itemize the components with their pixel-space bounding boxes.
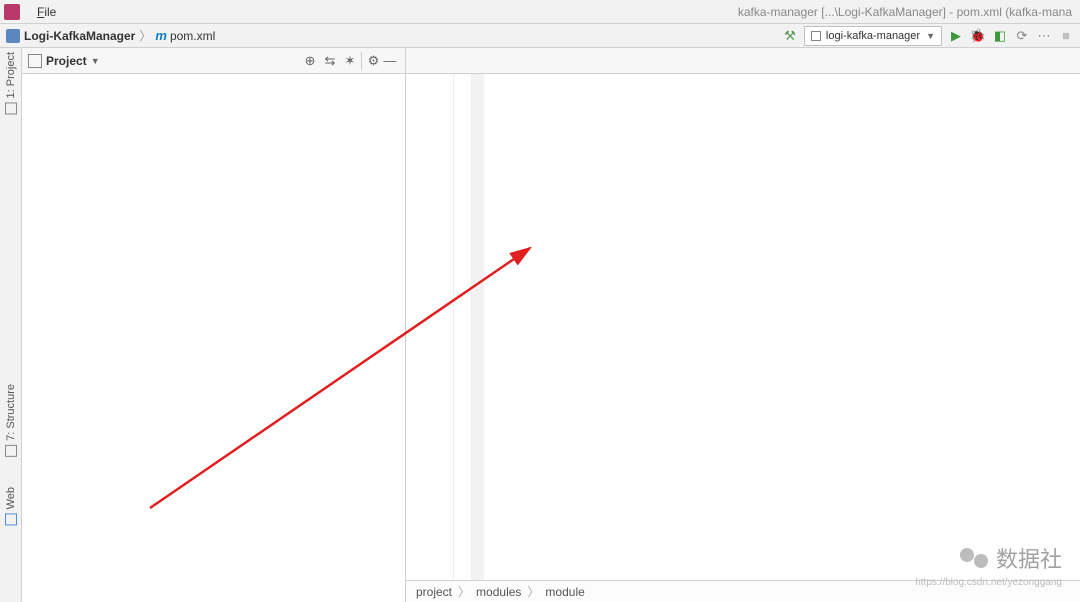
run-config-combo[interactable]: logi-kafka-manager ▼ <box>804 26 942 46</box>
line-number-gutter <box>406 74 454 580</box>
locate-icon[interactable]: ⊕ <box>301 52 319 70</box>
watermark: 数据社 <box>960 542 1062 574</box>
stop-icon[interactable]: ■ <box>1058 28 1074 44</box>
project-icon <box>6 29 20 43</box>
change-gutter <box>472 74 484 580</box>
project-panel-title[interactable]: Project <box>46 54 87 68</box>
run-icon[interactable]: ▶ <box>948 28 964 44</box>
run-config-label: logi-kafka-manager <box>826 30 920 42</box>
maven-icon: m <box>155 28 167 43</box>
menu-file[interactable]: File <box>30 3 63 21</box>
menu-bar: File kafka-manager [...\Logi-KafkaManage… <box>0 0 1080 24</box>
tab-project[interactable]: 1: Project <box>5 52 17 114</box>
navigation-bar: Logi-KafkaManager 〉 m pom.xml ⚒ logi-kaf… <box>0 24 1080 48</box>
code-editor[interactable] <box>406 74 1080 580</box>
debug-icon[interactable]: 🐞 <box>970 28 986 44</box>
attach-icon[interactable]: ⋯ <box>1036 28 1052 44</box>
project-tool-window: Project ▼ ⊕ ⇆ ✶ ⚙ — <box>22 48 406 602</box>
app-icon <box>4 4 20 20</box>
tool-window-stripe: 1: Project 7: Structure Web <box>0 48 22 602</box>
window-title: kafka-manager [...\Logi-KafkaManager] - … <box>738 5 1076 19</box>
profile-icon[interactable]: ⟳ <box>1014 28 1030 44</box>
editor-area: project 〉 modules 〉 module <box>406 48 1080 602</box>
breadcrumb-sep: 〉 <box>458 583 470 600</box>
coverage-icon[interactable]: ◧ <box>992 28 1008 44</box>
config-icon <box>811 31 821 41</box>
breadcrumb-project[interactable]: Logi-KafkaManager <box>24 29 135 43</box>
watermark-url: https://blog.csdn.net/yezonggang <box>915 577 1062 588</box>
tab-web[interactable]: Web <box>5 487 17 525</box>
watermark-text: 数据社 <box>996 542 1062 574</box>
code-lines[interactable] <box>484 74 1080 580</box>
crumb-project[interactable]: project <box>416 585 452 599</box>
breadcrumb-sep: 〉 <box>527 583 539 600</box>
settings-icon[interactable]: ⚙ <box>361 52 379 70</box>
project-tree[interactable] <box>22 74 405 602</box>
toolbar-right: ⚒ logi-kafka-manager ▼ ▶ 🐞 ◧ ⟳ ⋯ ■ <box>782 26 1074 46</box>
crumb-module[interactable]: module <box>545 585 584 599</box>
crumb-modules[interactable]: modules <box>476 585 521 599</box>
breadcrumb-sep: 〉 <box>139 27 151 44</box>
watermark-icon <box>960 544 988 572</box>
project-panel-header: Project ▼ ⊕ ⇆ ✶ ⚙ — <box>22 48 405 74</box>
hammer-icon[interactable]: ⚒ <box>782 28 798 44</box>
expand-icon[interactable]: ⇆ <box>321 52 339 70</box>
editor-tabs <box>406 48 1080 74</box>
chevron-down-icon: ▼ <box>926 31 935 41</box>
collapse-icon[interactable]: ✶ <box>341 52 359 70</box>
project-view-icon <box>28 54 42 68</box>
chevron-down-icon[interactable]: ▼ <box>91 56 100 66</box>
breadcrumb-file[interactable]: pom.xml <box>170 29 215 43</box>
tab-structure[interactable]: 7: Structure <box>5 384 17 457</box>
hide-icon[interactable]: — <box>381 52 399 70</box>
fold-gutter[interactable] <box>454 74 472 580</box>
